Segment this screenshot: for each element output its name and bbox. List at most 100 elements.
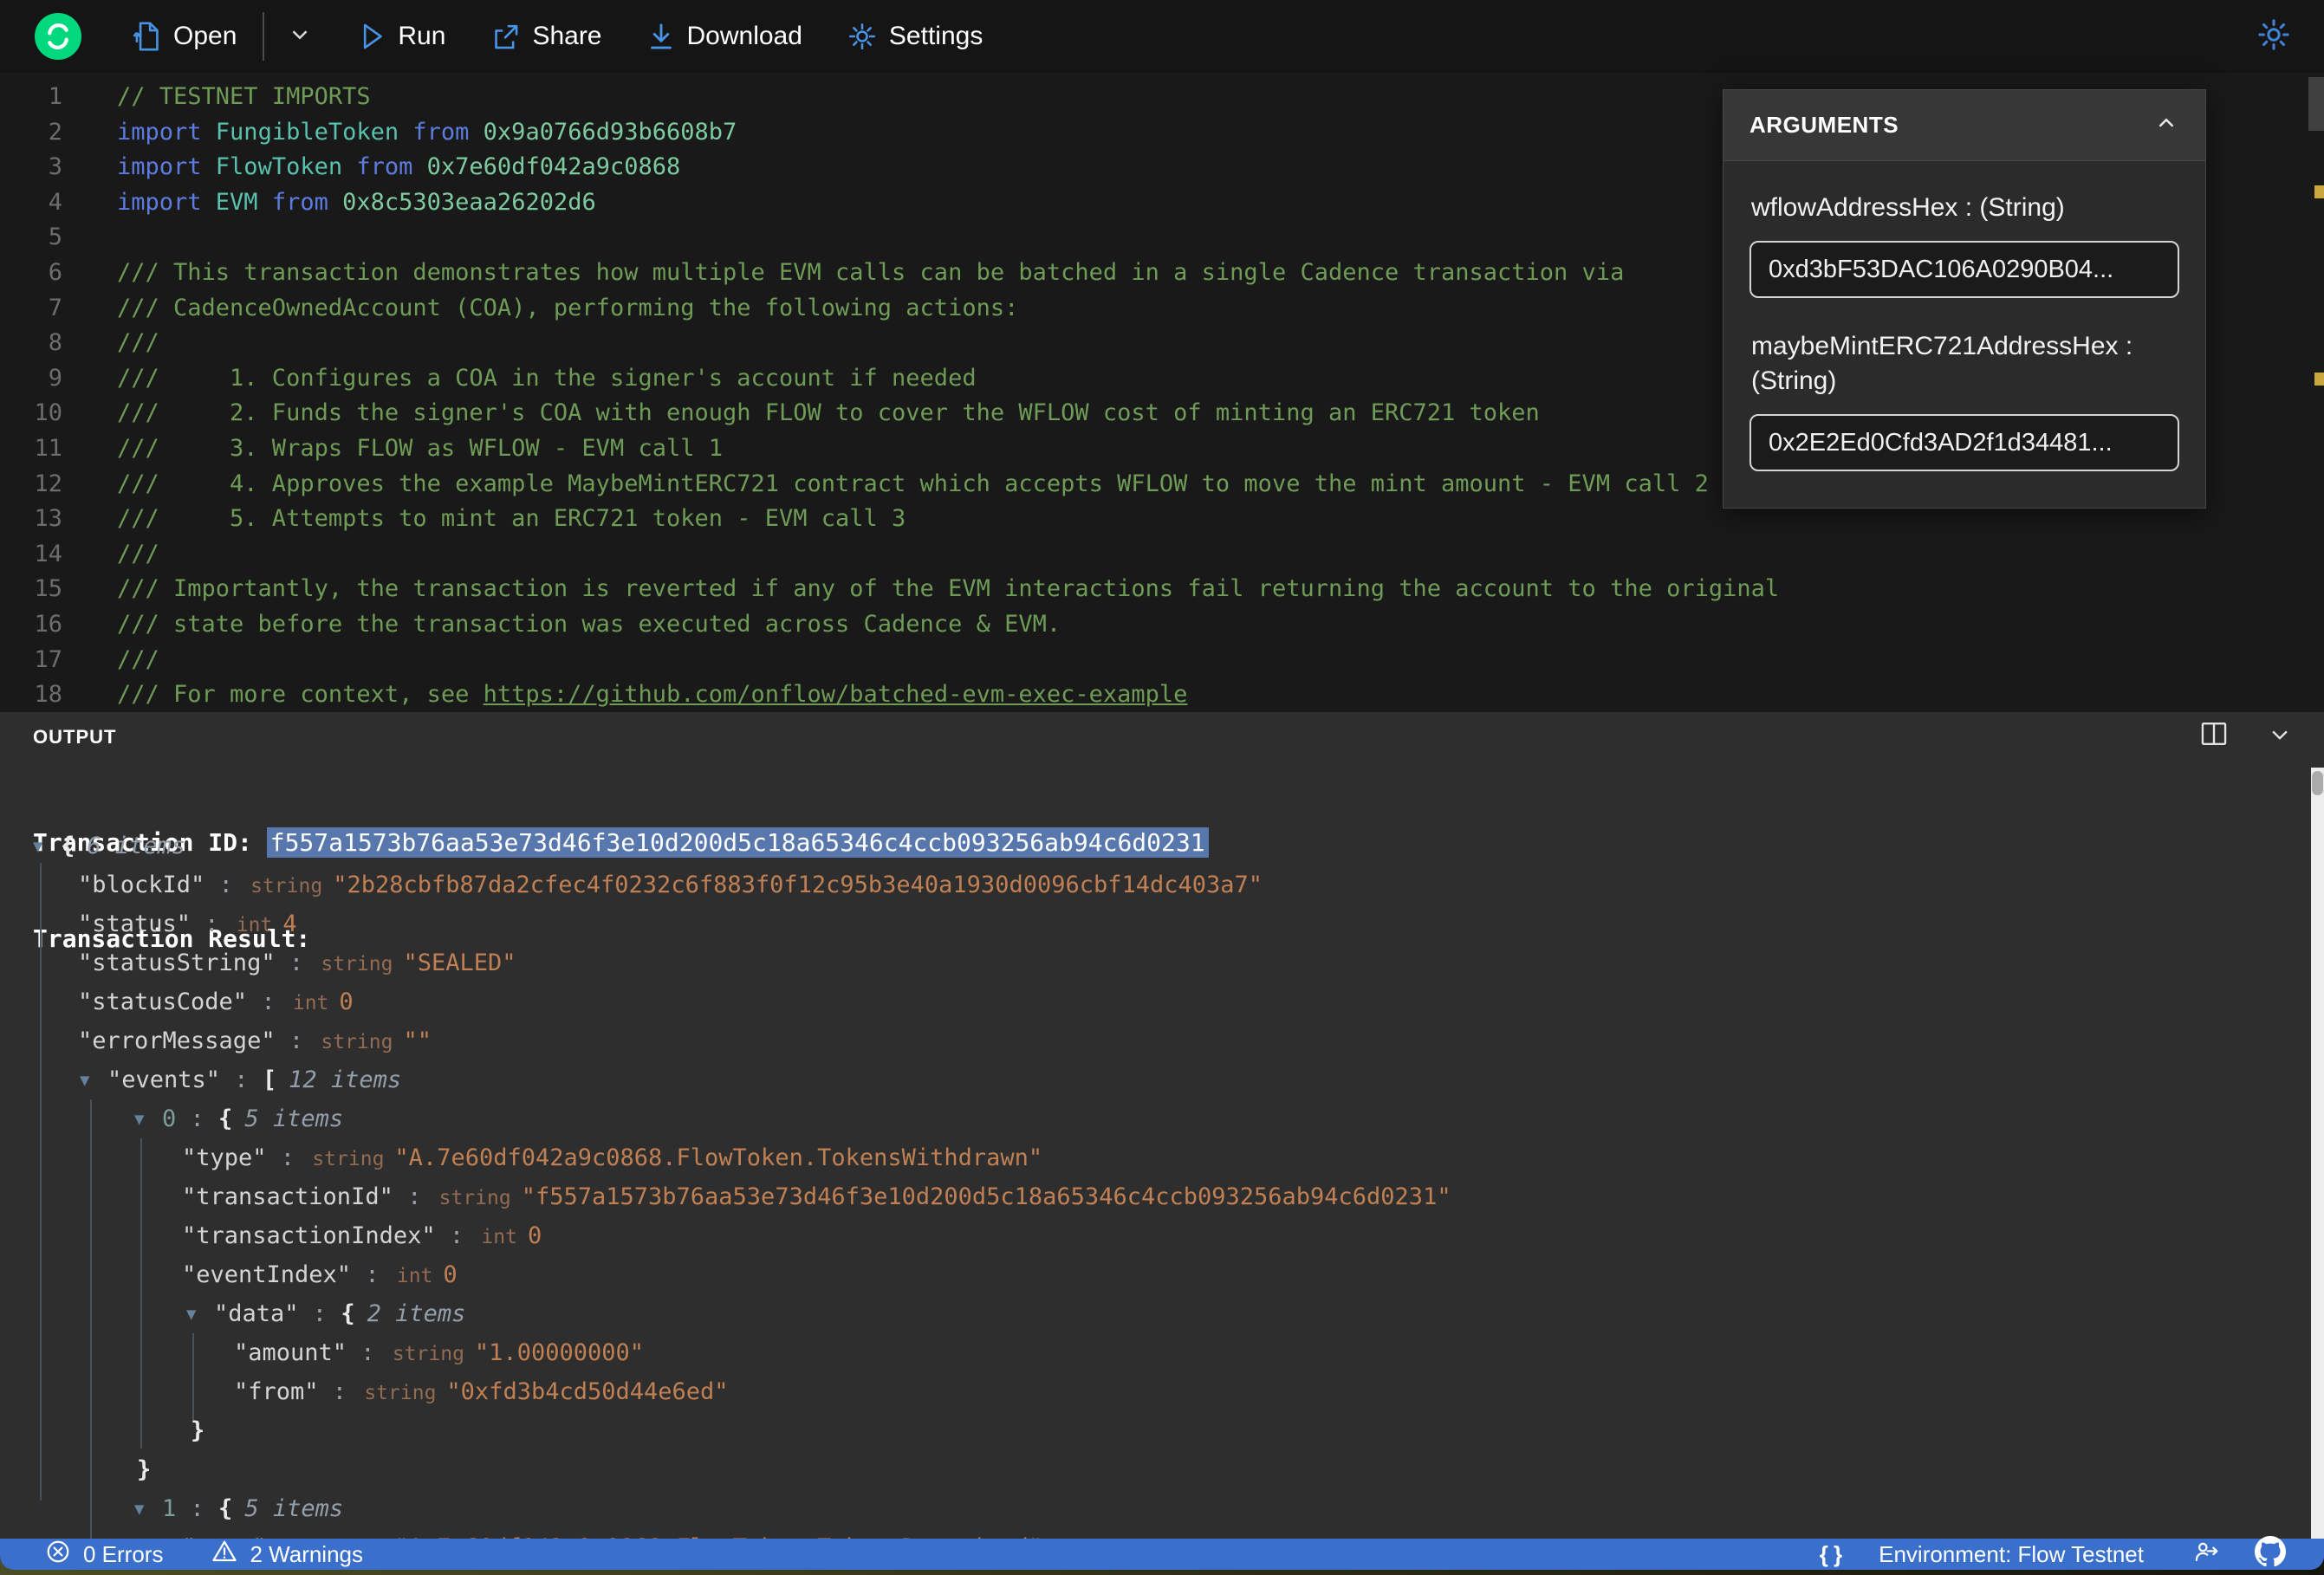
collapse-triangle[interactable]: ▼ bbox=[33, 827, 61, 866]
json-key: "errorMessage" bbox=[78, 1027, 276, 1054]
line-number: 14 bbox=[34, 540, 62, 567]
code-line: 16/// state before the transaction was e… bbox=[0, 607, 2324, 643]
collapse-triangle[interactable]: ▼ bbox=[186, 1295, 214, 1334]
github-link[interactable]: https://github.com/onflow/batched-evm-ex… bbox=[484, 681, 1188, 708]
json-key: "blockId" bbox=[78, 872, 205, 898]
collapse-chevron-up-icon[interactable] bbox=[2153, 110, 2179, 140]
arguments-body: wflowAddressHex : (String) maybeMintERC7… bbox=[1724, 161, 2205, 508]
value-type: int bbox=[292, 992, 329, 1014]
json-value: "0xfd3b4cd50d44e6ed" bbox=[446, 1378, 729, 1405]
error-circle-icon bbox=[45, 1539, 71, 1571]
open-button[interactable]: Open bbox=[132, 21, 237, 52]
value-type: string bbox=[364, 1382, 437, 1404]
output-scrollbar-thumb[interactable] bbox=[2312, 771, 2323, 795]
download-icon bbox=[647, 22, 675, 51]
collapse-triangle[interactable]: ▼ bbox=[134, 1490, 162, 1529]
json-value: "1.00000000" bbox=[474, 1339, 644, 1366]
run-button[interactable]: Run bbox=[358, 22, 445, 51]
code-line: 17/// bbox=[0, 643, 2324, 678]
json-key: "type" bbox=[182, 1144, 267, 1171]
theme-toggle-sun-icon[interactable] bbox=[2256, 17, 2291, 56]
json-value: 4 bbox=[282, 911, 297, 937]
download-button[interactable]: Download bbox=[647, 22, 802, 51]
download-label: Download bbox=[686, 22, 802, 50]
arguments-header[interactable]: ARGUMENTS bbox=[1724, 90, 2205, 161]
json-value: "2b28cbfb87da2cfec4f0232c6f883f0f12c95b3… bbox=[333, 872, 1263, 898]
value-type: int bbox=[481, 1226, 517, 1248]
json-value: 0 bbox=[443, 1261, 458, 1288]
open-label: Open bbox=[173, 22, 237, 50]
line-number: 9 bbox=[48, 364, 62, 392]
item-count: 5 items bbox=[244, 1105, 344, 1132]
json-result-tree: ▼{6 items "blockId" : string "2b28cbfb87d… bbox=[0, 826, 2324, 1539]
toolbar: Open Run Share Download Settings bbox=[0, 0, 2324, 73]
line-number: 1 bbox=[48, 83, 62, 110]
argument-label: maybeMintERC721AddressHex : (String) bbox=[1751, 332, 2133, 395]
json-row: "errorMessage" : string "" bbox=[78, 1027, 432, 1054]
json-row: ▼{6 items bbox=[0, 826, 2324, 865]
output-scrollbar-track[interactable] bbox=[2311, 768, 2324, 1539]
value-type: string bbox=[312, 1148, 385, 1170]
line-number: 7 bbox=[48, 294, 62, 321]
wflow-address-input[interactable] bbox=[1749, 241, 2179, 298]
arguments-panel: ARGUMENTS wflowAddressHex : (String) may… bbox=[1723, 89, 2206, 509]
output-panel: OUTPUT Transaction ID: f557a1573b76aa53e… bbox=[0, 712, 2324, 1539]
gear-icon bbox=[847, 22, 877, 51]
maybemint-address-input[interactable] bbox=[1749, 414, 2179, 471]
json-key: "transactionId" bbox=[182, 1183, 393, 1210]
json-key: "statusString" bbox=[78, 950, 276, 976]
value-type: string bbox=[392, 1343, 464, 1365]
json-row: "statusString" : string "SEALED" bbox=[78, 950, 516, 976]
line-number: 16 bbox=[34, 610, 62, 638]
split-view-icon[interactable] bbox=[2199, 719, 2229, 752]
environment-label[interactable]: Environment: Flow Testnet bbox=[1879, 1541, 2144, 1568]
toolbar-divider bbox=[263, 12, 265, 61]
json-row: "type" : string "A.7e60df042a9c0868.FlowT… bbox=[182, 1144, 1043, 1171]
warnings-label: 2 Warnings bbox=[250, 1540, 364, 1567]
warnings-status[interactable]: 2 Warnings bbox=[211, 1539, 363, 1571]
value-type: string bbox=[250, 875, 323, 898]
settings-button[interactable]: Settings bbox=[847, 22, 983, 51]
line-number: 11 bbox=[34, 434, 62, 462]
value-type: string bbox=[438, 1187, 511, 1209]
item-count: 6 items bbox=[87, 833, 186, 859]
json-row: "transactionIndex" : int 0 bbox=[182, 1222, 542, 1249]
value-type: string bbox=[321, 953, 393, 975]
code-line: 14/// bbox=[0, 537, 2324, 573]
json-key: "events" bbox=[107, 1066, 221, 1093]
json-row: ▼ 1 : {5 items bbox=[0, 1489, 2324, 1528]
warning-marker bbox=[2314, 373, 2324, 386]
share-label: Share bbox=[532, 22, 602, 50]
run-label: Run bbox=[398, 22, 446, 50]
open-file-icon bbox=[132, 21, 161, 52]
status-bar: 0 Errors 2 Warnings { } Environment: Flo… bbox=[0, 1535, 2324, 1571]
json-row: "from" : string "0xfd3b4cd50d44e6ed" bbox=[234, 1378, 729, 1405]
collapse-triangle[interactable]: ▼ bbox=[80, 1061, 107, 1100]
item-count: 12 items bbox=[289, 1066, 402, 1093]
json-key: "statusCode" bbox=[78, 988, 248, 1015]
open-dropdown-chevron-icon[interactable] bbox=[287, 22, 313, 52]
editor-scrollbar-thumb[interactable] bbox=[2308, 77, 2324, 131]
json-row: ▼ 0 : {5 items bbox=[0, 1099, 2324, 1138]
json-row: "blockId" : string "2b28cbfb87da2cfec4f02… bbox=[78, 872, 1263, 898]
json-row: "status" : int 4 bbox=[78, 911, 297, 937]
collapse-output-chevron-icon[interactable] bbox=[2265, 719, 2295, 752]
line-number: 12 bbox=[34, 470, 62, 497]
json-value: "" bbox=[403, 1027, 432, 1054]
json-value: 0 bbox=[339, 988, 354, 1015]
flow-logo-icon[interactable] bbox=[35, 13, 81, 60]
json-value: "f557a1573b76aa53e73d46f3e10d200d5c18a65… bbox=[521, 1183, 1451, 1210]
line-number: 8 bbox=[48, 329, 62, 357]
json-index-key: 1 bbox=[162, 1495, 177, 1522]
feedback-person-icon[interactable] bbox=[2192, 1538, 2220, 1571]
share-icon bbox=[490, 22, 520, 51]
json-row: "eventIndex" : int 0 bbox=[182, 1261, 458, 1288]
share-button[interactable]: Share bbox=[490, 22, 602, 51]
code-line: 15/// Importantly, the transaction is re… bbox=[0, 572, 2324, 607]
errors-status[interactable]: 0 Errors bbox=[45, 1539, 163, 1571]
github-icon[interactable] bbox=[2255, 1535, 2286, 1571]
json-value: "A.7e60df042a9c0868.FlowToken.TokensWith… bbox=[394, 1144, 1043, 1171]
collapse-triangle[interactable]: ▼ bbox=[134, 1100, 162, 1139]
json-key: "eventIndex" bbox=[182, 1261, 352, 1288]
json-key: "data" bbox=[214, 1300, 299, 1327]
